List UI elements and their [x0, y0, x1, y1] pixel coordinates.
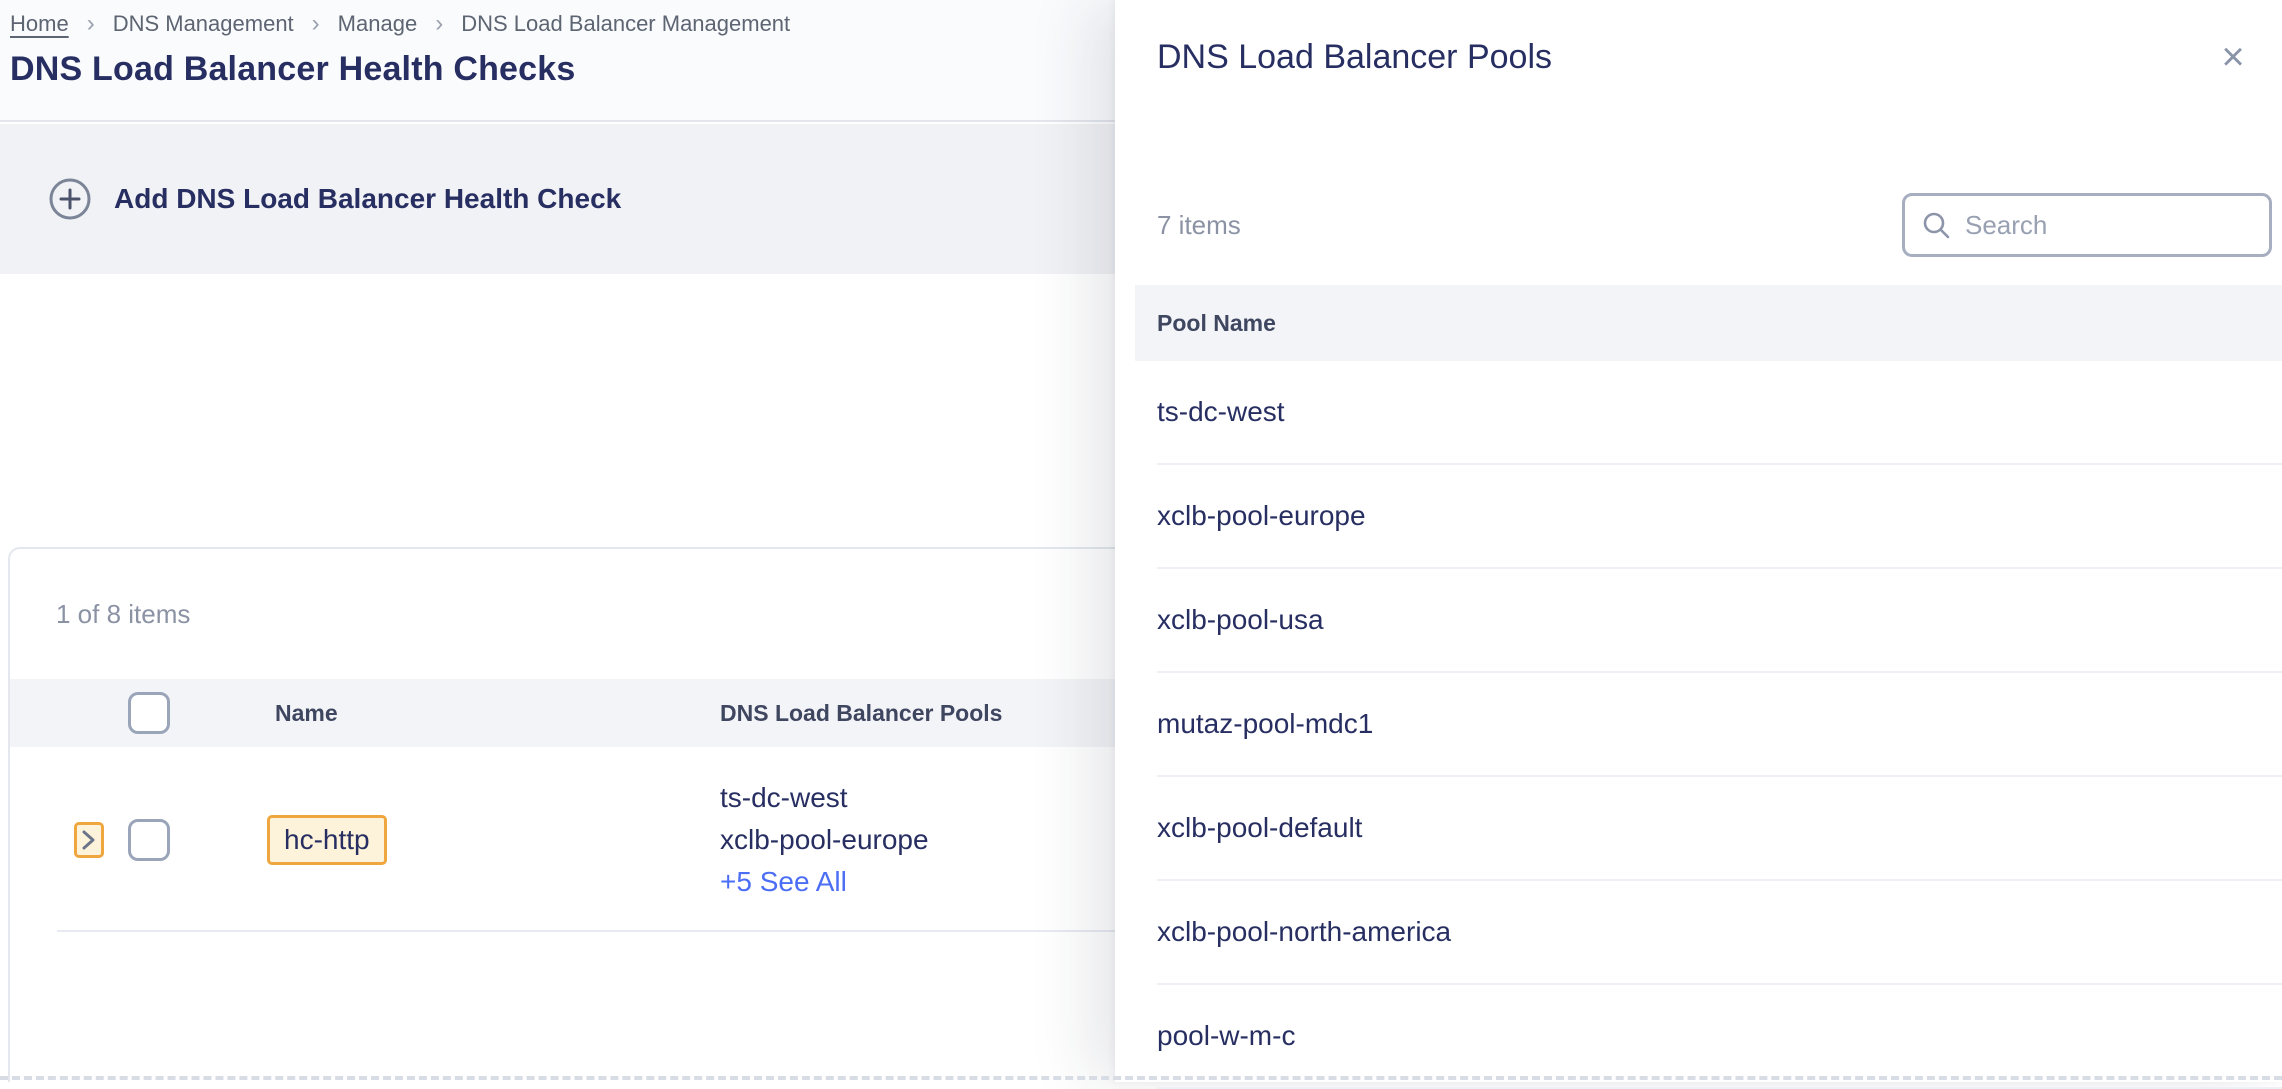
breadcrumb-item[interactable]: Manage — [294, 10, 418, 38]
pool-list-item[interactable]: ts-dc-west — [1157, 361, 2282, 465]
pool-list-item[interactable]: mutaz-pool-mdc1 — [1157, 673, 2282, 777]
panel-toolbar: 7 items — [1157, 180, 2272, 270]
pool-list-item[interactable]: xclb-pool-europe — [1157, 465, 2282, 569]
pools-panel: DNS Load Balancer Pools × 7 items Pool N… — [1115, 0, 2282, 1082]
pool-list-item[interactable]: pool-w-m-c — [1157, 985, 2282, 1089]
row-expand-button[interactable] — [74, 822, 104, 858]
panel-rows: ts-dc-westxclb-pool-europexclb-pool-usam… — [1115, 361, 2282, 1089]
pool-list-item[interactable]: xclb-pool-usa — [1157, 569, 2282, 673]
panel-title: DNS Load Balancer Pools — [1157, 38, 1552, 77]
viewport-bottom-dashed-edge — [0, 1076, 2282, 1080]
breadcrumb: HomeDNS ManagementManageDNS Load Balance… — [10, 10, 790, 38]
close-icon[interactable]: × — [2210, 34, 2256, 80]
add-health-check-label: Add DNS Load Balancer Health Check — [114, 183, 621, 215]
health-check-name[interactable]: hc-http — [267, 815, 387, 865]
search-icon — [1921, 210, 1951, 240]
search-box[interactable] — [1902, 193, 2272, 257]
add-health-check-button[interactable]: Add DNS Load Balancer Health Check — [48, 177, 621, 221]
search-input[interactable] — [1965, 210, 2253, 241]
breadcrumb-item[interactable]: DNS Load Balancer Management — [417, 10, 790, 38]
row-checkbox[interactable] — [128, 819, 170, 861]
see-all-link[interactable]: +5 See All — [720, 861, 847, 903]
chevron-right-icon — [81, 828, 97, 852]
panel-items-count: 7 items — [1157, 210, 1241, 241]
pool-name-column-label: Pool Name — [1157, 310, 1276, 337]
breadcrumb-item[interactable]: DNS Management — [69, 10, 294, 38]
column-header-name: Name — [275, 700, 720, 727]
page-title: DNS Load Balancer Health Checks — [10, 50, 576, 89]
select-all-checkbox[interactable] — [128, 692, 170, 734]
breadcrumb-item[interactable]: Home — [10, 11, 69, 37]
pool-list-item[interactable]: xclb-pool-north-america — [1157, 881, 2282, 985]
pool-list-item[interactable]: xclb-pool-default — [1157, 777, 2282, 881]
plus-circle-icon — [48, 177, 92, 221]
panel-column-header: Pool Name — [1135, 285, 2282, 361]
